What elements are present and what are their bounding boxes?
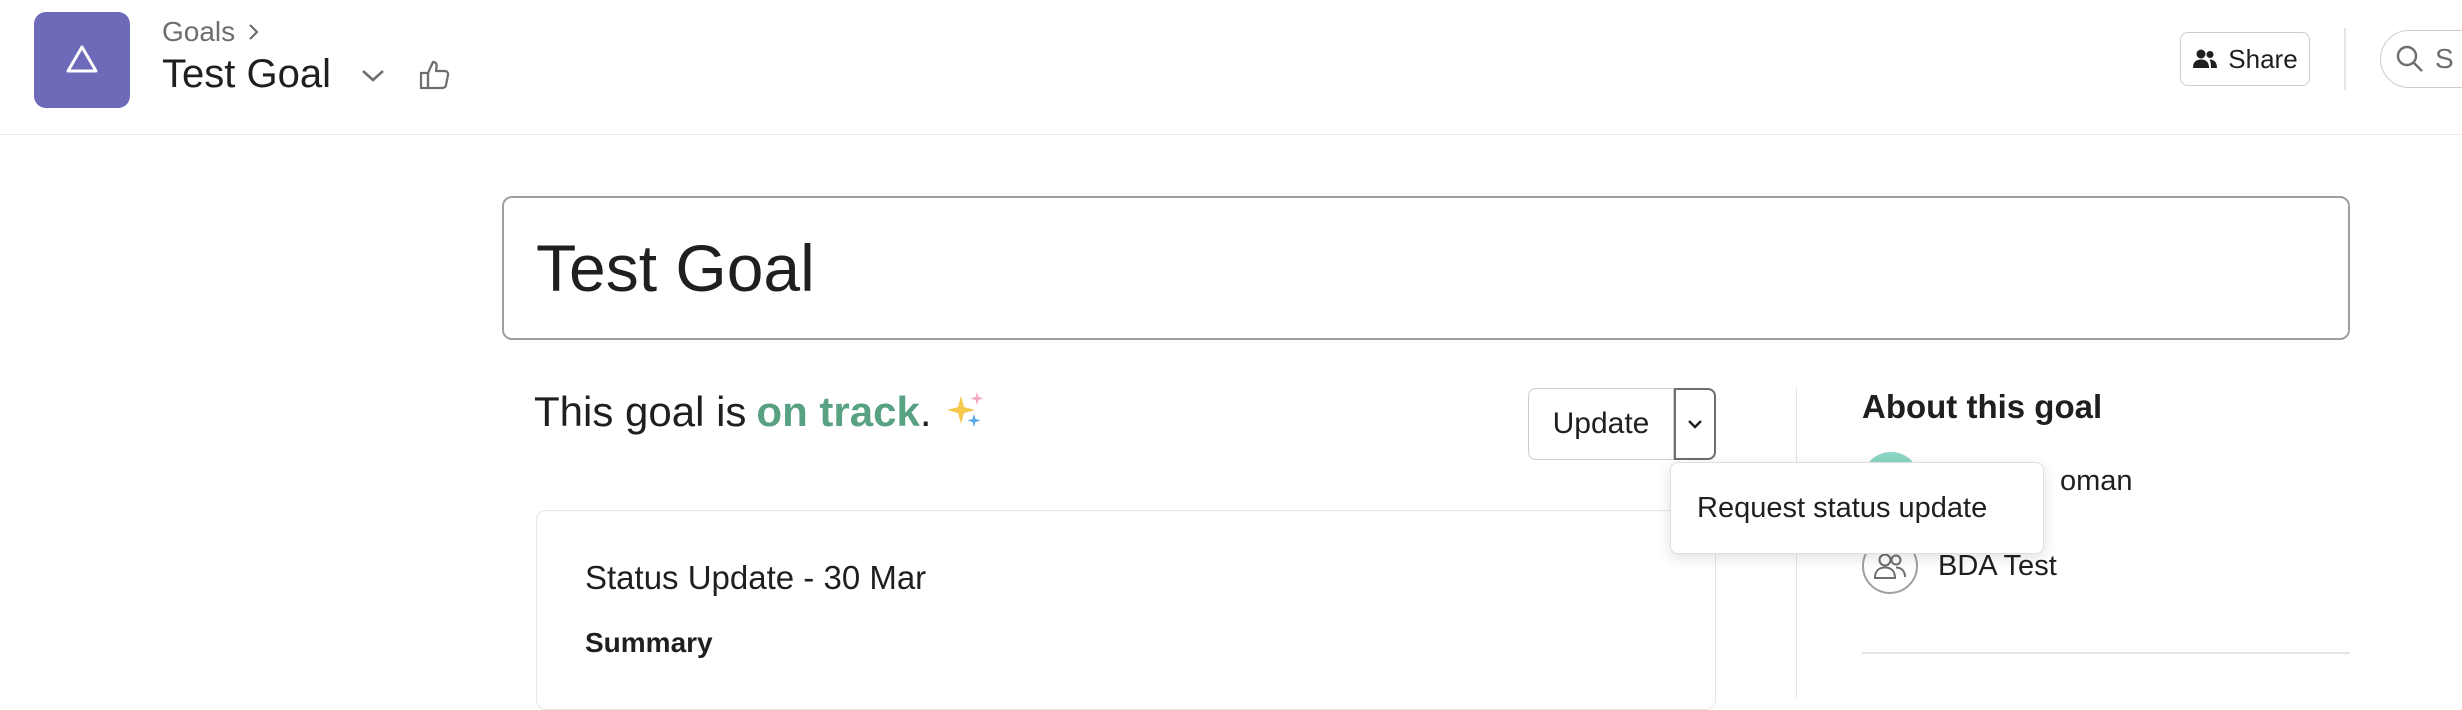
update-button[interactable]: Update	[1528, 388, 1674, 460]
chevron-down-icon	[1688, 420, 1702, 429]
search-icon	[2396, 45, 2423, 72]
owner-name: oman	[2060, 464, 2133, 497]
goal-title-text: Test Goal	[536, 231, 815, 305]
goal-status-line: This goal is on track .	[534, 388, 989, 436]
thumbs-up-icon	[419, 60, 450, 89]
about-heading: About this goal	[1862, 388, 2103, 425]
update-dropdown-toggle[interactable]	[1674, 388, 1716, 460]
breadcrumb-goals[interactable]: Goals	[162, 16, 235, 48]
search-placeholder: S	[2435, 43, 2454, 74]
goal-app-icon[interactable]	[34, 12, 130, 108]
page-title: Test Goal	[162, 52, 331, 96]
like-button[interactable]	[415, 55, 455, 95]
search-input[interactable]: S	[2380, 30, 2462, 88]
share-button[interactable]: Share	[2180, 32, 2310, 86]
title-row: Test Goal	[162, 52, 455, 97]
title-menu-button[interactable]	[353, 55, 393, 95]
status-update-card[interactable]: Status Update - 30 Mar Summary	[536, 510, 1716, 710]
people-icon	[2193, 49, 2218, 68]
team-name: BDA Test	[1938, 549, 2057, 582]
about-divider	[1862, 652, 2350, 654]
status-prefix: This goal is	[534, 388, 747, 435]
breadcrumb[interactable]: Goals	[162, 16, 261, 48]
status-value: on track	[756, 388, 920, 435]
update-label: Update	[1552, 407, 1650, 440]
top-bar: Goals Test Goal Share S	[0, 0, 2462, 135]
chevron-right-icon	[249, 24, 259, 40]
request-status-update-item[interactable]: Request status update	[1697, 492, 1987, 525]
chevron-down-icon	[362, 69, 384, 82]
update-dropdown-menu: Request status update	[1670, 462, 2044, 554]
sparkle-icon	[945, 390, 989, 434]
goal-title-field[interactable]: Test Goal	[502, 196, 2350, 340]
summary-heading: Summary	[585, 627, 713, 658]
header-divider	[2344, 28, 2346, 90]
share-label: Share	[2228, 43, 2298, 74]
triangle-icon	[66, 45, 98, 73]
status-update-title: Status Update - 30 Mar	[585, 559, 927, 596]
status-suffix: .	[919, 388, 932, 435]
